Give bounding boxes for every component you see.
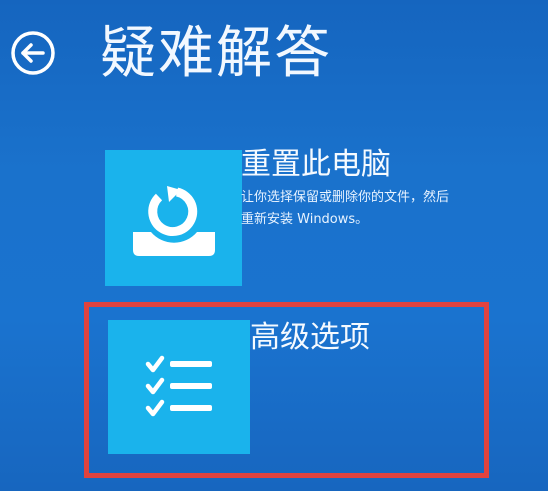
reset-pc-tile[interactable]: [105, 150, 242, 286]
page-title: 疑难解答: [100, 21, 332, 86]
back-button[interactable]: [10, 30, 56, 76]
reset-pc-option[interactable]: 重置此电脑 让你选择保留或删除你的文件，然后 重新安装 Windows。: [105, 145, 548, 290]
reset-pc-description-line-1: 让你选择保留或删除你的文件，然后: [241, 190, 450, 205]
back-arrow-icon: [11, 31, 55, 75]
advanced-options-tile[interactable]: [108, 320, 250, 454]
reset-pc-title: 重置此电脑: [241, 147, 391, 182]
reset-pc-icon: [133, 186, 215, 256]
checklist-icon: [145, 355, 212, 417]
advanced-options-title: 高级选项: [250, 320, 370, 355]
advanced-options-option[interactable]: 高级选项: [108, 318, 478, 458]
reset-pc-description-line-2: 重新安装 Windows。: [241, 212, 369, 227]
reset-pc-description: 让你选择保留或删除你的文件，然后 重新安装 Windows。: [241, 187, 449, 231]
